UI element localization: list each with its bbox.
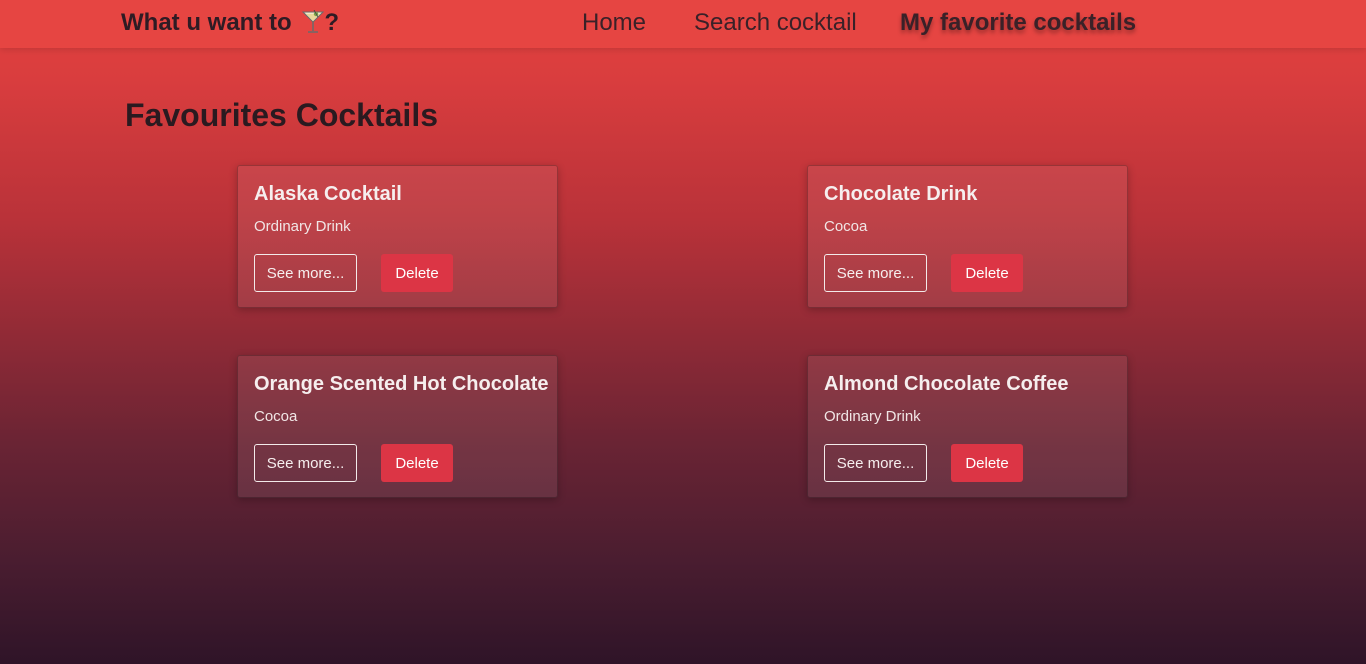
see-more-button[interactable]: See more... xyxy=(254,444,357,482)
see-more-button[interactable]: See more... xyxy=(254,254,357,292)
delete-button[interactable]: Delete xyxy=(381,444,453,482)
nav-link-home[interactable]: Home xyxy=(582,9,646,37)
see-more-button[interactable]: See more... xyxy=(824,254,927,292)
brand-text: What u want to xyxy=(121,9,292,36)
cocktail-category: Cocoa xyxy=(254,408,298,425)
delete-button[interactable]: Delete xyxy=(381,254,453,292)
cocktail-category: Cocoa xyxy=(824,218,868,235)
cocktail-category: Ordinary Drink xyxy=(254,218,351,235)
nav-link-my-favorite-cocktails[interactable]: My favorite cocktails xyxy=(900,9,1136,37)
cocktail-name: Almond Chocolate Coffee xyxy=(824,373,1069,395)
brand-suffix: ? xyxy=(324,9,339,36)
page-title: Favourites Cocktails xyxy=(125,97,438,133)
cocktail-card: Almond Chocolate Coffee Ordinary Drink S… xyxy=(807,355,1128,498)
delete-button[interactable]: Delete xyxy=(951,254,1023,292)
cocktail-card: Chocolate Drink Cocoa See more... Delete xyxy=(807,165,1128,308)
see-more-button[interactable]: See more... xyxy=(824,444,927,482)
cocktail-name: Orange Scented Hot Chocolate xyxy=(254,373,549,395)
brand[interactable]: What u want to ? xyxy=(121,9,339,37)
delete-button[interactable]: Delete xyxy=(951,444,1023,482)
cocktail-card: Orange Scented Hot Chocolate Cocoa See m… xyxy=(237,355,558,498)
cocktail-name: Chocolate Drink xyxy=(824,183,978,205)
navbar: What u want to ? Home Search cocktail My… xyxy=(0,0,1366,48)
cocktail-card: Alaska Cocktail Ordinary Drink See more.… xyxy=(237,165,558,308)
cocktail-glass-icon xyxy=(302,10,325,33)
nav-link-search-cocktail[interactable]: Search cocktail xyxy=(694,9,857,37)
cocktail-category: Ordinary Drink xyxy=(824,408,921,425)
cocktail-name: Alaska Cocktail xyxy=(254,183,402,205)
